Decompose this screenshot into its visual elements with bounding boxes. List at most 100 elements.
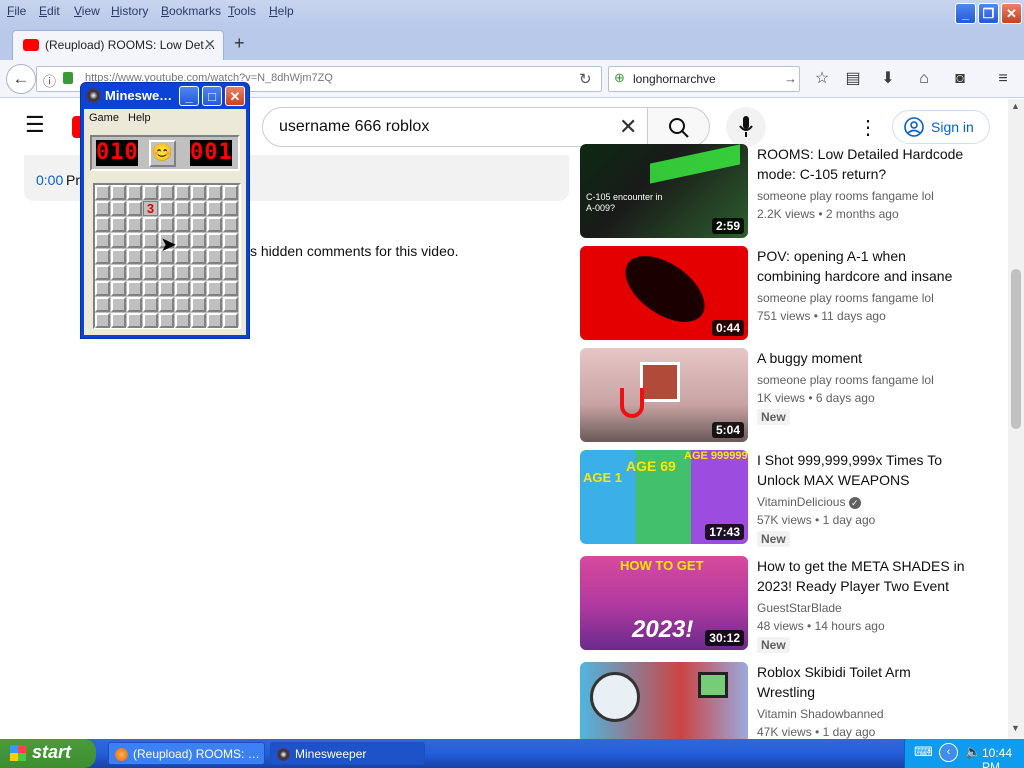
mine-cell[interactable] bbox=[95, 185, 110, 200]
start-button[interactable]: start bbox=[0, 739, 96, 768]
mine-cell[interactable] bbox=[207, 233, 222, 248]
video-title[interactable]: POV: opening A-1 when combining hardcore… bbox=[757, 246, 967, 286]
mine-cell[interactable] bbox=[143, 249, 158, 264]
scrollbar-thumb[interactable] bbox=[1011, 269, 1021, 429]
mine-cell[interactable] bbox=[223, 281, 238, 296]
mine-cell[interactable] bbox=[207, 201, 222, 216]
mine-cell[interactable]: 3 bbox=[143, 201, 158, 216]
search-engine-icon[interactable]: ⊕ bbox=[614, 70, 625, 86]
mine-cell[interactable] bbox=[111, 265, 126, 280]
video-item[interactable]: Roblox Skibidi Toilet Arm Wrestling Vita… bbox=[580, 662, 1000, 739]
mine-cell[interactable] bbox=[191, 313, 206, 328]
mine-cell[interactable] bbox=[223, 185, 238, 200]
mine-cell[interactable] bbox=[175, 313, 190, 328]
clear-search-icon[interactable]: ✕ bbox=[619, 114, 637, 140]
mine-cell[interactable] bbox=[207, 217, 222, 232]
guide-menu-icon[interactable]: ☰ bbox=[25, 112, 45, 138]
video-title[interactable]: A buggy moment bbox=[757, 348, 967, 368]
mine-cell[interactable] bbox=[127, 185, 142, 200]
settings-kebab-icon[interactable]: ⋮ bbox=[858, 115, 878, 140]
info-icon[interactable]: ⓘ bbox=[43, 71, 56, 90]
mine-cell[interactable] bbox=[191, 217, 206, 232]
video-title[interactable]: I Shot 999,999,999x Times To Unlock MAX … bbox=[757, 450, 967, 490]
mine-cell[interactable] bbox=[95, 249, 110, 264]
mine-cell[interactable] bbox=[191, 201, 206, 216]
maximize-button[interactable]: ❐ bbox=[978, 3, 999, 24]
video-title[interactable]: How to get the META SHADES in 2023! Read… bbox=[757, 556, 967, 596]
menu-file[interactable]: File bbox=[7, 4, 26, 18]
menu-view[interactable]: View bbox=[74, 4, 100, 18]
mine-cell[interactable] bbox=[175, 217, 190, 232]
mine-cell[interactable] bbox=[175, 233, 190, 248]
browser-tab[interactable]: (Reupload) ROOMS: Low Det… ✕ bbox=[12, 30, 224, 60]
youtube-search-button[interactable] bbox=[647, 107, 710, 147]
mine-menu-help[interactable]: Help bbox=[128, 112, 151, 124]
video-thumbnail[interactable] bbox=[580, 662, 748, 739]
mine-cell[interactable] bbox=[207, 281, 222, 296]
mine-cell[interactable] bbox=[191, 185, 206, 200]
mine-cell[interactable] bbox=[191, 297, 206, 312]
home-icon[interactable]: ⌂ bbox=[913, 68, 935, 90]
voice-search-button[interactable] bbox=[726, 107, 766, 147]
scroll-up-icon[interactable]: ▲ bbox=[1011, 101, 1020, 111]
search-input[interactable]: longhornarchve bbox=[633, 72, 716, 86]
mine-cell[interactable] bbox=[127, 201, 142, 216]
taskbar-minesweeper[interactable]: Minesweeper bbox=[270, 742, 425, 765]
video-item[interactable]: AGE 1 AGE 69 AGE 9999999 17:43 I Shot 99… bbox=[580, 450, 1000, 547]
menu-history[interactable]: History bbox=[111, 4, 148, 18]
mine-cell[interactable] bbox=[127, 313, 142, 328]
smiley-reset-button[interactable]: 😊 bbox=[149, 140, 176, 167]
video-item[interactable]: HOW TO GET 2023! 30:12 How to get the ME… bbox=[580, 556, 1000, 653]
mine-cell[interactable] bbox=[143, 217, 158, 232]
mine-cell[interactable] bbox=[159, 297, 174, 312]
video-title[interactable]: Roblox Skibidi Toilet Arm Wrestling bbox=[757, 662, 967, 702]
timestamp-link[interactable]: 0:00 bbox=[36, 172, 63, 188]
mine-cell[interactable] bbox=[111, 281, 126, 296]
mine-cell[interactable] bbox=[143, 265, 158, 280]
video-item[interactable]: 5:04 A buggy moment someone play rooms f… bbox=[580, 348, 1000, 442]
mine-cell[interactable] bbox=[111, 313, 126, 328]
menu-help[interactable]: Help bbox=[269, 4, 294, 18]
mine-cell[interactable] bbox=[111, 201, 126, 216]
mine-cell[interactable] bbox=[95, 313, 110, 328]
mine-cell[interactable] bbox=[175, 185, 190, 200]
mine-cell[interactable] bbox=[191, 281, 206, 296]
youtube-search-input[interactable]: username 666 roblox bbox=[279, 118, 429, 136]
pocket-icon[interactable]: ◙ bbox=[949, 68, 971, 90]
channel-name[interactable]: VitaminDelicious ✓ bbox=[757, 495, 861, 509]
search-go-icon[interactable]: → bbox=[784, 71, 797, 86]
video-title[interactable]: ROOMS: Low Detailed Hardcode mode: C-105… bbox=[757, 144, 967, 184]
keyboard-icon[interactable]: ⌨ bbox=[914, 744, 933, 760]
mine-cell[interactable] bbox=[111, 217, 126, 232]
mine-cell[interactable] bbox=[207, 265, 222, 280]
video-item[interactable]: 0:44 POV: opening A-1 when combining har… bbox=[580, 246, 1000, 340]
mine-cell[interactable] bbox=[127, 281, 142, 296]
menu-bookmarks[interactable]: Bookmarks bbox=[161, 4, 221, 18]
mine-cell[interactable] bbox=[143, 313, 158, 328]
mine-cell[interactable] bbox=[175, 297, 190, 312]
close-button[interactable]: ✕ bbox=[1001, 3, 1022, 24]
mine-cell[interactable] bbox=[95, 297, 110, 312]
tray-expand-icon[interactable]: ‹ bbox=[939, 743, 958, 762]
mine-cell[interactable] bbox=[127, 217, 142, 232]
mine-cell[interactable] bbox=[175, 249, 190, 264]
video-thumbnail[interactable]: 0:44 bbox=[580, 246, 748, 340]
mine-cell[interactable] bbox=[159, 281, 174, 296]
tab-close-icon[interactable]: ✕ bbox=[204, 36, 216, 53]
mine-cell[interactable] bbox=[223, 265, 238, 280]
mine-cell[interactable] bbox=[175, 201, 190, 216]
mine-cell[interactable] bbox=[95, 233, 110, 248]
channel-name[interactable]: Vitamin Shadowbanned bbox=[757, 707, 884, 721]
bookmarks-library-icon[interactable]: ▤ bbox=[842, 68, 864, 90]
mine-cell[interactable] bbox=[159, 265, 174, 280]
mine-cell[interactable] bbox=[111, 233, 126, 248]
minimize-button[interactable]: _ bbox=[955, 3, 976, 24]
mine-cell[interactable] bbox=[191, 233, 206, 248]
mine-cell[interactable] bbox=[111, 249, 126, 264]
mine-menu-game[interactable]: Game bbox=[89, 112, 119, 124]
channel-name[interactable]: someone play rooms fangame lol bbox=[757, 373, 934, 387]
mine-cell[interactable] bbox=[159, 313, 174, 328]
mine-cell[interactable] bbox=[207, 297, 222, 312]
mine-cell[interactable] bbox=[191, 249, 206, 264]
bookmark-star-icon[interactable]: ☆ bbox=[811, 68, 833, 90]
